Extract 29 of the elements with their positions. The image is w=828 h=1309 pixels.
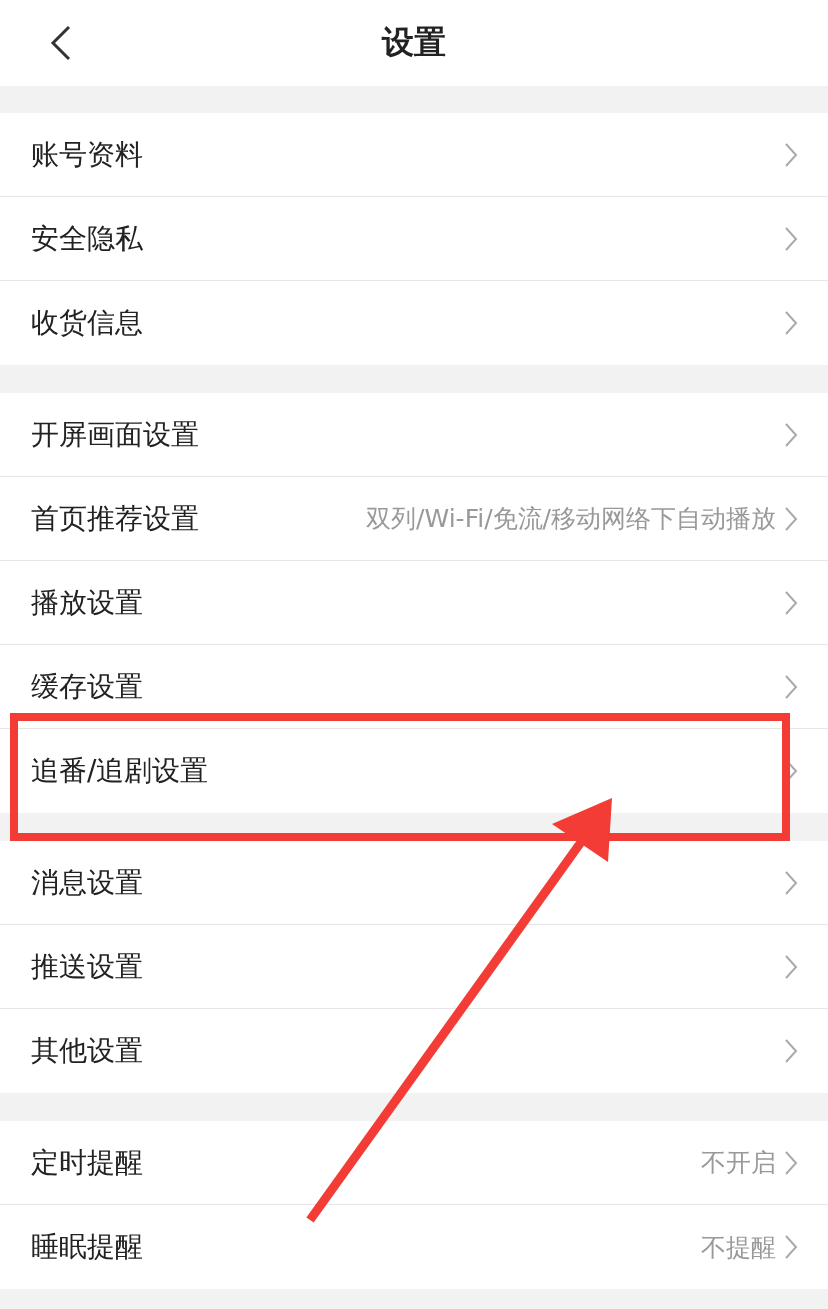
settings-item[interactable]: 安全隐私 xyxy=(0,197,828,281)
settings-item[interactable]: 播放设置 xyxy=(0,561,828,645)
chevron-right-icon xyxy=(784,869,798,896)
chevron-right-icon xyxy=(784,673,798,700)
chevron-right-icon xyxy=(784,1149,798,1176)
chevron-right-icon xyxy=(784,953,798,980)
chevron-right-icon xyxy=(784,421,798,448)
chevron-right-icon xyxy=(784,505,798,532)
item-value: 不开启 xyxy=(701,1147,776,1179)
chevron-right-icon xyxy=(784,225,798,252)
settings-item[interactable]: 缓存设置 xyxy=(0,645,828,729)
chevron-right-icon xyxy=(784,310,798,336)
settings-item[interactable]: 定时提醒 不开启 xyxy=(0,1121,828,1205)
chevron-right-icon xyxy=(784,141,798,168)
item-value: 双列/Wi-Fi/免流/移动网络下自动播放 xyxy=(366,503,776,535)
back-icon[interactable] xyxy=(50,25,72,61)
settings-item[interactable]: 睡眠提醒 不提醒 xyxy=(0,1205,828,1289)
chevron-right-icon xyxy=(784,1038,798,1064)
settings-item[interactable]: 账号资料 xyxy=(0,113,828,197)
item-value: 不提醒 xyxy=(701,1231,776,1264)
settings-item[interactable]: 其他设置 xyxy=(0,1009,828,1093)
settings-item[interactable]: 开屏画面设置 xyxy=(0,393,828,477)
chevron-right-icon xyxy=(784,1234,798,1260)
settings-item[interactable]: 首页推荐设置 双列/Wi-Fi/免流/移动网络下自动播放 xyxy=(0,477,828,561)
chevron-right-icon xyxy=(784,589,798,616)
settings-item[interactable]: 推送设置 xyxy=(0,925,828,1009)
settings-item[interactable]: 收货信息 xyxy=(0,281,828,365)
page-title: 设置 xyxy=(382,22,446,63)
settings-item[interactable]: 追番/追剧设置 xyxy=(0,729,828,813)
